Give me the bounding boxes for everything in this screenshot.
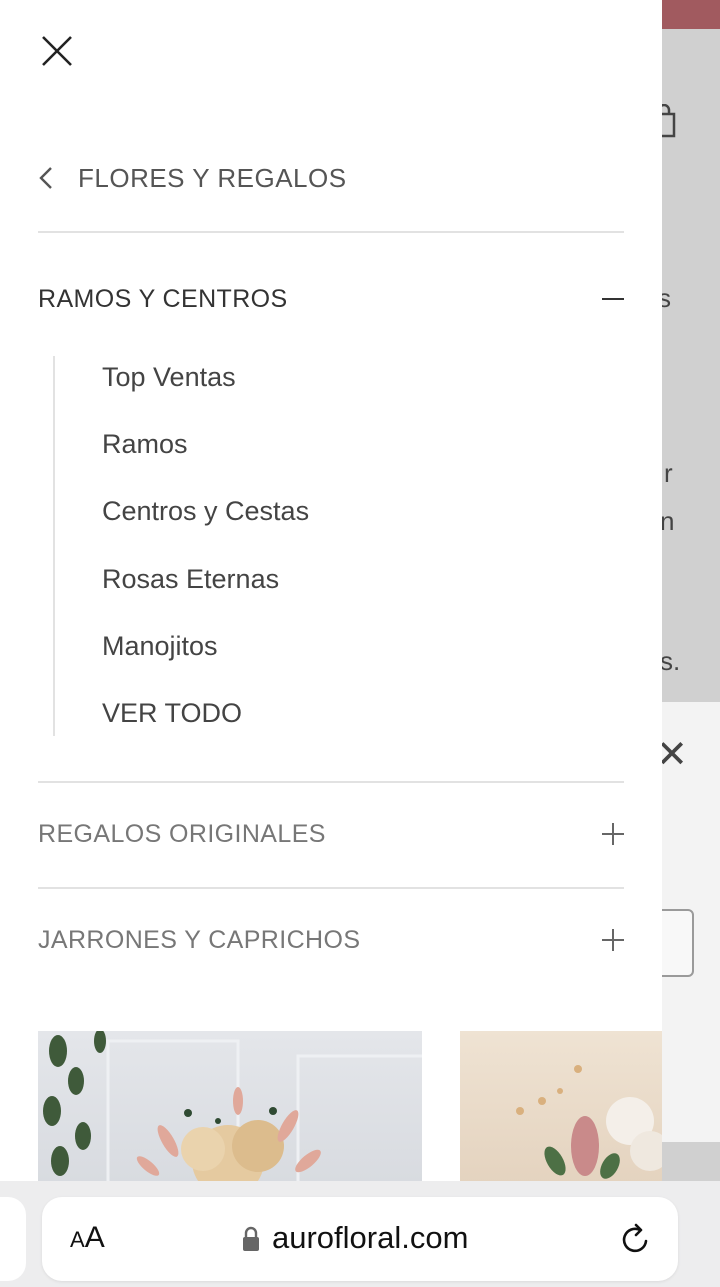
lock-icon [243,1226,259,1251]
background-text-fragment: n [660,506,675,536]
divider [38,781,624,783]
product-thumbnail[interactable] [460,1031,662,1183]
close-icon[interactable] [38,32,76,70]
chevron-left-icon [39,167,52,189]
submenu-item-ramos[interactable]: Ramos [102,431,188,458]
submenu-item-manojitos[interactable]: Manojitos [102,633,218,660]
minus-icon [602,288,624,310]
previous-tab-peek[interactable] [0,1197,26,1281]
aa-small-label: A [70,1227,85,1252]
bouquet-image [43,1031,422,1183]
plus-icon [602,929,624,951]
reader-text-size-button[interactable]: AA [70,1221,105,1255]
section-title: JARRONES Y CAPRICHOS [38,925,361,954]
submenu-item-top-ventas[interactable]: Top Ventas [102,364,236,391]
submenu-item-rosas-eternas[interactable]: Rosas Eternas [102,566,279,593]
reload-icon[interactable] [618,1221,652,1257]
section-title: RAMOS Y CENTROS [38,284,288,313]
background-topbar [662,0,720,29]
back-button[interactable]: FLORES Y REGALOS [38,160,347,196]
background-text-fragment: r [664,458,673,488]
divider [38,887,624,889]
section-jarrones-y-caprichos[interactable]: JARRONES Y CAPRICHOS [38,920,624,960]
section-title: REGALOS ORIGINALES [38,819,326,848]
browser-toolbar: AA aurofloral.com [0,1181,720,1287]
aa-large-label: A [84,1221,105,1254]
url-text[interactable]: aurofloral.com [272,1220,468,1256]
product-thumbnail[interactable] [38,1031,422,1183]
submenu-item-centros-y-cestas[interactable]: Centros y Cestas [102,498,309,525]
navigation-drawer: FLORES Y REGALOS RAMOS Y CENTROS Top Ven… [0,0,662,1287]
bouquet-image [516,1065,662,1179]
plus-icon [602,823,624,845]
address-bar[interactable]: AA aurofloral.com [42,1197,678,1281]
submenu-item-ver-todo[interactable]: VER TODO [102,700,242,727]
back-label: FLORES Y REGALOS [78,162,347,193]
section-ramos-y-centros[interactable]: RAMOS Y CENTROS [38,279,624,319]
section-regalos-originales[interactable]: REGALOS ORIGINALES [38,814,624,854]
background-text-fragment: s. [660,646,681,676]
submenu-indent-bar [53,356,55,736]
divider [38,231,624,233]
